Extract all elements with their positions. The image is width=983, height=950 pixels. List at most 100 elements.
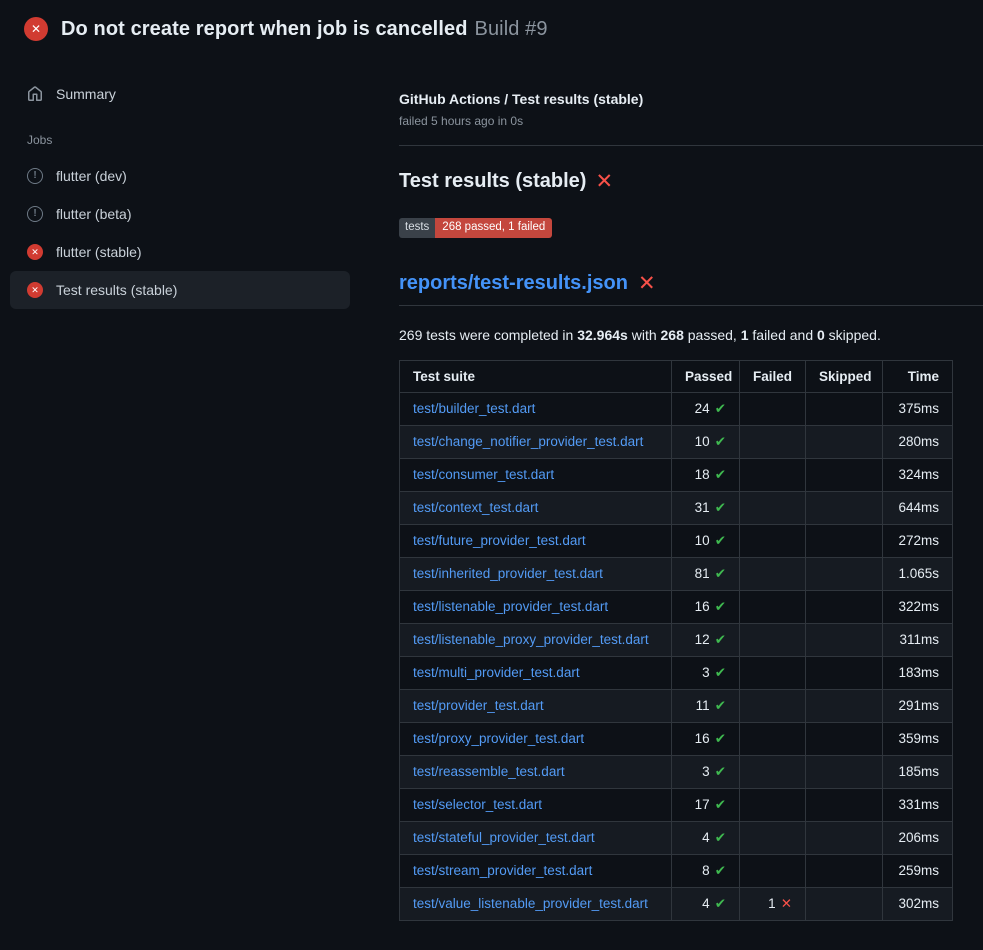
- suite-cell: test/multi_provider_test.dart: [400, 656, 672, 689]
- test-suite-link[interactable]: test/builder_test.dart: [413, 401, 535, 416]
- check-icon: ✔: [715, 599, 726, 614]
- count-value: 31: [695, 500, 710, 515]
- suite-cell: test/inherited_provider_test.dart: [400, 557, 672, 590]
- sidebar: Summary Jobs ! flutter (dev) !flutter (bet…: [0, 55, 360, 309]
- suite-cell: test/stream_provider_test.dart: [400, 854, 672, 887]
- count-value: 17: [695, 797, 710, 812]
- check-icon: ✔: [715, 896, 726, 911]
- check-icon: ✔: [715, 500, 726, 515]
- suite-cell: test/consumer_test.dart: [400, 458, 672, 491]
- sidebar-item-label: flutter (stable): [56, 244, 142, 260]
- sidebar-item-job[interactable]: ✕Test results (stable): [10, 271, 350, 309]
- table-row: test/selector_test.dart17✔331ms: [400, 788, 953, 821]
- passed-cell: 17 ✔: [672, 788, 740, 821]
- sidebar-item-summary[interactable]: Summary: [10, 75, 350, 113]
- sidebar-item-job[interactable]: !flutter (beta): [10, 195, 350, 233]
- check-icon: ✔: [715, 434, 726, 449]
- test-suite-link[interactable]: test/consumer_test.dart: [413, 467, 554, 482]
- page-title: Do not create report when job is cancell…: [61, 18, 548, 41]
- suite-cell: test/selector_test.dart: [400, 788, 672, 821]
- test-suite-link[interactable]: test/provider_test.dart: [413, 698, 544, 713]
- failed-cell: [740, 755, 806, 788]
- check-icon: ✔: [715, 698, 726, 713]
- sidebar-item-label: flutter (beta): [56, 206, 131, 222]
- breadcrumb: GitHub Actions / Test results (stable): [399, 91, 983, 107]
- failed-cell: [740, 656, 806, 689]
- sidebar-item-label: flutter (dev): [56, 168, 127, 184]
- count-value: 16: [695, 731, 710, 746]
- test-suite-link[interactable]: test/listenable_provider_test.dart: [413, 599, 608, 614]
- failed-cell: [740, 392, 806, 425]
- suite-cell: test/stateful_provider_test.dart: [400, 821, 672, 854]
- check-icon: ✔: [715, 764, 726, 779]
- summary-failed-count: 1: [741, 327, 749, 343]
- time-cell: 272ms: [883, 524, 953, 557]
- col-time: Time: [883, 360, 953, 392]
- check-icon: ✔: [715, 632, 726, 647]
- test-suite-link[interactable]: test/listenable_proxy_provider_test.dart: [413, 632, 649, 647]
- test-suite-link[interactable]: test/proxy_provider_test.dart: [413, 731, 584, 746]
- alert-circle-icon: !: [27, 168, 43, 184]
- sidebar-item-label: Test results (stable): [56, 282, 177, 298]
- test-suite-link[interactable]: test/reassemble_test.dart: [413, 764, 565, 779]
- jobs-section-label: Jobs: [10, 113, 350, 157]
- build-title-text: Do not create report when job is cancell…: [61, 18, 468, 40]
- passed-cell: 16 ✔: [672, 722, 740, 755]
- test-suite-link[interactable]: test/selector_test.dart: [413, 797, 542, 812]
- skipped-cell: [806, 392, 883, 425]
- home-icon: [27, 86, 43, 102]
- count-value: 4: [702, 830, 710, 845]
- check-icon: ✔: [715, 863, 726, 878]
- count-value: 12: [695, 632, 710, 647]
- skipped-cell: [806, 623, 883, 656]
- check-icon: ✔: [715, 797, 726, 812]
- check-icon: ✔: [715, 731, 726, 746]
- skipped-cell: [806, 722, 883, 755]
- table-row: test/provider_test.dart11✔291ms: [400, 689, 953, 722]
- test-suite-link[interactable]: test/stateful_provider_test.dart: [413, 830, 595, 845]
- passed-cell: 31 ✔: [672, 491, 740, 524]
- time-cell: 206ms: [883, 821, 953, 854]
- test-suite-link[interactable]: test/inherited_provider_test.dart: [413, 566, 603, 581]
- suite-cell: test/context_test.dart: [400, 491, 672, 524]
- passed-cell: 10✔: [672, 425, 740, 458]
- passed-cell: 16 ✔: [672, 590, 740, 623]
- failed-cell: [740, 425, 806, 458]
- count-value: 11: [696, 698, 710, 713]
- table-row: test/proxy_provider_test.dart16✔359ms: [400, 722, 953, 755]
- time-cell: 259ms: [883, 854, 953, 887]
- summary-duration: 32.964s: [577, 327, 628, 343]
- test-suite-link[interactable]: test/multi_provider_test.dart: [413, 665, 580, 680]
- skipped-cell: [806, 755, 883, 788]
- summary-line: 269 tests were completed in 32.964s with…: [399, 327, 983, 343]
- report-file-link[interactable]: reports/test-results.json: [399, 272, 628, 295]
- table-row: test/value_listenable_provider_test.dart…: [400, 887, 953, 920]
- test-suite-link[interactable]: test/context_test.dart: [413, 500, 538, 515]
- time-cell: 322ms: [883, 590, 953, 623]
- skipped-cell: [806, 524, 883, 557]
- skipped-cell: [806, 788, 883, 821]
- suite-cell: test/change_notifier_provider_test.dart: [400, 425, 672, 458]
- time-cell: 1.065s: [883, 557, 953, 590]
- x-icon: ✕: [595, 171, 613, 192]
- col-skipped: Skipped: [806, 360, 883, 392]
- summary-skipped-count: 0: [817, 327, 825, 343]
- badge-label: tests: [399, 218, 435, 238]
- test-suite-link[interactable]: test/value_listenable_provider_test.dart: [413, 896, 648, 911]
- test-suite-link[interactable]: test/future_provider_test.dart: [413, 533, 586, 548]
- sidebar-item-job[interactable]: ✕flutter (stable): [10, 233, 350, 271]
- divider: [399, 145, 983, 146]
- test-suite-link[interactable]: test/stream_provider_test.dart: [413, 863, 592, 878]
- suite-cell: test/builder_test.dart: [400, 392, 672, 425]
- failed-cell: [740, 788, 806, 821]
- table-row: test/multi_provider_test.dart3✔183ms: [400, 656, 953, 689]
- skipped-cell: [806, 854, 883, 887]
- badge-value: 268 passed, 1 failed: [435, 218, 552, 238]
- passed-cell: 3✔: [672, 656, 740, 689]
- check-icon: ✔: [715, 566, 726, 581]
- failed-cell: [740, 854, 806, 887]
- test-suite-link[interactable]: test/change_notifier_provider_test.dart: [413, 434, 643, 449]
- count-value: 16: [695, 599, 710, 614]
- sidebar-item-job[interactable]: ! flutter (dev): [10, 157, 350, 195]
- time-cell: 375ms: [883, 392, 953, 425]
